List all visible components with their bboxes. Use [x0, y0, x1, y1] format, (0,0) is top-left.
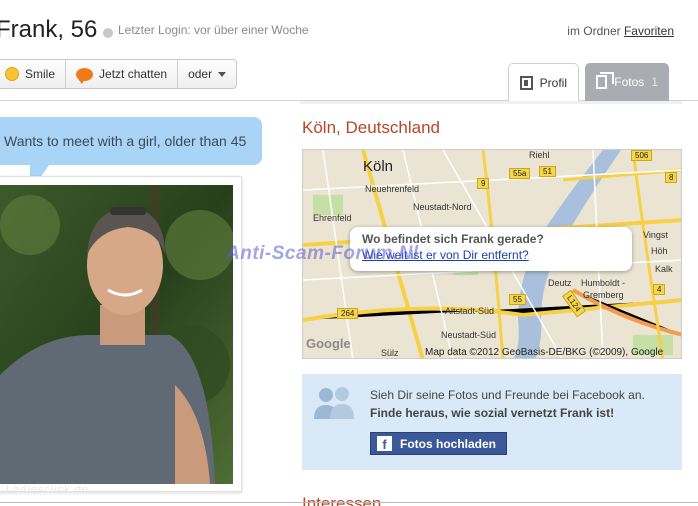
profile-page: Frank, 56 Letzter Login: vor über einer …	[0, 0, 698, 506]
facebook-promo-line1: Sieh Dir seine Fotos und Freunde bei Fac…	[370, 388, 645, 402]
map-road-shield: 506	[631, 150, 653, 161]
map-label-kalk: Kalk	[655, 264, 673, 274]
favorites-link[interactable]: Favoriten	[624, 24, 674, 38]
map-road-shield: 264	[337, 308, 359, 319]
smile-label: Smile	[25, 67, 56, 81]
more-label: oder	[188, 67, 213, 81]
facebook-icon: f	[377, 436, 392, 451]
tab-profil-label: Profil	[539, 75, 567, 90]
facebook-promo: Sieh Dir seine Fotos und Freunde bei Fac…	[302, 374, 682, 470]
folder-prefix: im Ordner	[567, 24, 621, 38]
chevron-down-icon	[218, 71, 227, 77]
map-label-neustadt-nord: Neustadt-Nord	[413, 202, 472, 212]
map-label-ehrenfeld: Ehrenfeld	[313, 213, 352, 223]
map-label-neuehrenfeld: Neuehrenfeld	[365, 184, 420, 194]
map-credit: Map data ©2012 GeoBasis-DE/BKG (©2009), …	[425, 347, 664, 358]
location-title: Köln, Deutschland	[302, 118, 440, 137]
map-label-vingst: Vingst	[643, 230, 668, 240]
map-label-neustadt-sud: Neustadt-Süd	[441, 330, 497, 340]
map-road-shield: 55	[509, 294, 526, 305]
folder-info: im Ordner Favoriten	[567, 24, 674, 38]
bottom-divider	[0, 502, 698, 503]
smile-button[interactable]: Smile	[0, 60, 67, 88]
map-label-riehl: Riehl	[529, 150, 550, 160]
profile-name-age: Frank, 56	[0, 16, 98, 43]
map-label-gremberg: Gremberg	[583, 290, 624, 300]
map-road-shield: 51	[539, 166, 556, 177]
facebook-promo-line2: Finde heraus, wie sozial vernetzt Frank …	[370, 406, 615, 420]
tab-fotos-label: Fotos	[614, 75, 645, 89]
map-label-koln: Köln	[363, 158, 394, 175]
tab-profil[interactable]: Profil	[508, 63, 579, 101]
friends-icon	[314, 387, 354, 419]
overlay-watermark: Anti-Scam-Forum.Nl	[226, 243, 419, 264]
google-logo: Google	[306, 336, 351, 351]
map-label-humboldt: Humboldt -	[581, 278, 626, 288]
tagline-bubble: Wants to meet with a girl, older than 45	[0, 117, 262, 165]
photos-icon	[596, 72, 615, 89]
tab-underlay	[300, 101, 682, 104]
profile-card-icon	[520, 75, 533, 90]
map-road-shield: 8	[665, 172, 678, 183]
more-dropdown[interactable]: oder	[178, 60, 236, 88]
interests-heading: Interessen	[302, 494, 382, 506]
last-login-text: Letzter Login: vor über einer Woche	[118, 23, 309, 37]
online-status-dot	[103, 28, 113, 38]
chat-label: Jetzt chatten	[99, 67, 168, 81]
map-road-shield: 55a	[509, 168, 531, 179]
map-label-sulz: Sülz	[381, 348, 399, 358]
smiley-icon	[5, 67, 19, 81]
map-label-altstadt-sud: Altstadt-Süd	[445, 306, 495, 316]
map-label-deutz: Deutz	[548, 278, 572, 288]
photo-watermark: Ladiesclick.de	[6, 484, 90, 496]
map-label-hoh: Höh	[651, 246, 668, 256]
upload-photos-button[interactable]: f Fotos hochladen	[370, 432, 507, 455]
tab-fotos-count: 1	[651, 75, 658, 89]
action-button-group: Smile Jetzt chatten oder	[0, 59, 238, 89]
chat-bubble-icon	[76, 67, 94, 84]
tab-fotos[interactable]: Fotos 1	[585, 63, 669, 101]
map-road-shield: 4	[653, 284, 666, 295]
upload-photos-label: Fotos hochladen	[400, 436, 496, 451]
chat-button[interactable]: Jetzt chatten	[66, 60, 179, 88]
profile-photo[interactable]	[0, 185, 233, 484]
map-road-shield: 9	[477, 178, 490, 189]
